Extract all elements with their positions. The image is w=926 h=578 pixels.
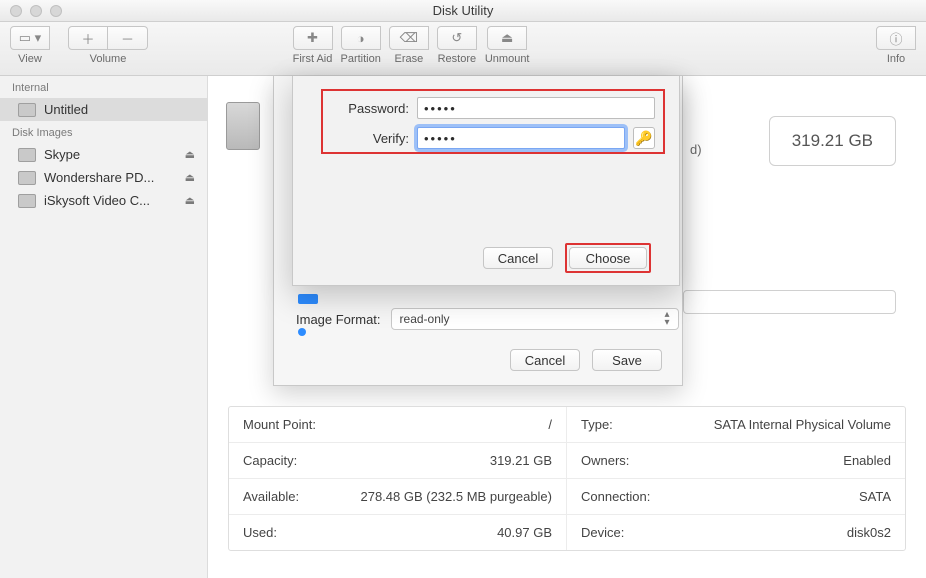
info-group: ⓘ Info xyxy=(876,26,916,65)
password-assistant-button[interactable]: 🔑 xyxy=(633,127,655,149)
detail-value: SATA xyxy=(859,489,891,504)
name-field-background xyxy=(683,290,896,314)
eject-icon[interactable]: ⏏ xyxy=(185,171,195,184)
image-format-label: Image Format: xyxy=(296,312,381,327)
key-icon: 🔑 xyxy=(635,130,652,147)
password-input[interactable]: ••••• xyxy=(417,97,655,119)
unmount-button[interactable]: ⏏ xyxy=(487,26,527,50)
detail-label: Connection: xyxy=(581,489,650,504)
disk-icon xyxy=(18,194,36,208)
detail-row: Available: 278.48 GB (232.5 MB purgeable) xyxy=(229,479,567,515)
content: 319.21 GB Image Format: read-only ▴▾ Can… xyxy=(208,76,926,578)
unmount-label: Unmount xyxy=(485,53,530,65)
detail-row: Owners: Enabled xyxy=(567,443,905,479)
toolbar-tools: ✚ First Aid ◑ Partition ⌫ Erase ↺ Restore ⏏ U… xyxy=(293,26,530,65)
info-label: Info xyxy=(887,53,905,65)
sheet-save-button[interactable]: Save xyxy=(592,349,662,371)
chevron-updown-icon: ▴▾ xyxy=(665,311,670,327)
volume-remove-button[interactable]: － xyxy=(108,26,148,50)
detail-row: Mount Point: / xyxy=(229,407,567,443)
main: Internal Untitled Disk Images Skype ⏏ Wo… xyxy=(0,76,926,578)
sidebar-item-label: Wondershare PD... xyxy=(44,170,154,185)
restore-label: Restore xyxy=(438,53,477,65)
choose-button-highlight: Choose xyxy=(565,243,651,273)
image-format-value: read-only xyxy=(400,312,450,326)
detail-value: / xyxy=(548,417,552,432)
partition-label: Partition xyxy=(341,53,381,65)
password-modal: Password: ••••• Verify: ••••• 🔑 Cancel C… xyxy=(292,76,680,286)
detail-label: Used: xyxy=(243,525,277,540)
titlebar: Disk Utility xyxy=(0,0,926,22)
sidebar-item-wondershare[interactable]: Wondershare PD... ⏏ xyxy=(0,166,207,189)
image-format-select[interactable]: read-only ▴▾ xyxy=(391,308,679,330)
capacity-badge: 319.21 GB xyxy=(769,116,896,166)
detail-value: disk0s2 xyxy=(847,525,891,540)
detail-label: Capacity: xyxy=(243,453,297,468)
info-button[interactable]: ⓘ xyxy=(876,26,916,50)
sidebar-item-untitled[interactable]: Untitled xyxy=(0,98,207,121)
detail-label: Owners: xyxy=(581,453,629,468)
view-button[interactable]: ▭ ▾ xyxy=(10,26,50,50)
sidebar-item-label: Untitled xyxy=(44,102,88,117)
sidebar-header-internal: Internal xyxy=(0,76,207,98)
verify-input[interactable]: ••••• xyxy=(417,127,625,149)
detail-value: 319.21 GB xyxy=(490,453,552,468)
detail-row: Connection: SATA xyxy=(567,479,905,515)
modal-choose-button[interactable]: Choose xyxy=(569,247,647,269)
disk-icon xyxy=(18,103,36,117)
detail-label: Mount Point: xyxy=(243,417,316,432)
detail-value: SATA Internal Physical Volume xyxy=(714,417,891,432)
detail-value: Enabled xyxy=(843,453,891,468)
sidebar-item-label: iSkysoft Video C... xyxy=(44,193,150,208)
sidebar-item-skype[interactable]: Skype ⏏ xyxy=(0,143,207,166)
progress-segment xyxy=(298,294,318,304)
detail-row: Used: 40.97 GB xyxy=(229,515,567,550)
view-label: View xyxy=(18,53,42,65)
volume-details: Mount Point: / Type: SATA Internal Physica… xyxy=(228,406,906,551)
drive-icon xyxy=(226,102,260,150)
volume-group: ＋ － Volume xyxy=(68,26,148,65)
image-format-row: Image Format: read-only ▴▾ xyxy=(296,308,679,330)
detail-row: Capacity: 319.21 GB xyxy=(229,443,567,479)
detail-label: Type: xyxy=(581,417,613,432)
window-title: Disk Utility xyxy=(0,3,926,18)
password-fields-highlight: Password: ••••• Verify: ••••• 🔑 xyxy=(321,89,665,154)
detail-value: 40.97 GB xyxy=(497,525,552,540)
detail-row: Device: disk0s2 xyxy=(567,515,905,550)
toolbar: ▭ ▾ View ＋ － Volume ✚ First Aid ◑ Partitio… xyxy=(0,22,926,76)
partition-button[interactable]: ◑ xyxy=(341,26,381,50)
detail-row: Type: SATA Internal Physical Volume xyxy=(567,407,905,443)
truncated-text: d) xyxy=(690,142,926,157)
disk-icon xyxy=(18,171,36,185)
first-aid-button[interactable]: ✚ xyxy=(293,26,333,50)
volume-label: Volume xyxy=(90,53,127,65)
detail-label: Available: xyxy=(243,489,299,504)
volume-add-button[interactable]: ＋ xyxy=(68,26,108,50)
detail-value: 278.48 GB (232.5 MB purgeable) xyxy=(360,489,552,504)
sidebar-header-disk-images: Disk Images xyxy=(0,121,207,143)
modal-cancel-button[interactable]: Cancel xyxy=(483,247,553,269)
disk-icon xyxy=(18,148,36,162)
erase-label: Erase xyxy=(394,53,423,65)
sheet-cancel-button[interactable]: Cancel xyxy=(510,349,580,371)
eject-icon[interactable]: ⏏ xyxy=(185,148,195,161)
verify-label: Verify: xyxy=(331,131,409,146)
sidebar-item-label: Skype xyxy=(44,147,80,162)
password-label: Password: xyxy=(331,101,409,116)
eject-icon[interactable]: ⏏ xyxy=(185,194,195,207)
view-group: ▭ ▾ View xyxy=(10,26,50,65)
detail-label: Device: xyxy=(581,525,624,540)
restore-button[interactable]: ↺ xyxy=(437,26,477,50)
erase-button[interactable]: ⌫ xyxy=(389,26,429,50)
sidebar-item-iskysoft[interactable]: iSkysoft Video C... ⏏ xyxy=(0,189,207,212)
first-aid-label: First Aid xyxy=(293,53,333,65)
sidebar: Internal Untitled Disk Images Skype ⏏ Wo… xyxy=(0,76,208,578)
